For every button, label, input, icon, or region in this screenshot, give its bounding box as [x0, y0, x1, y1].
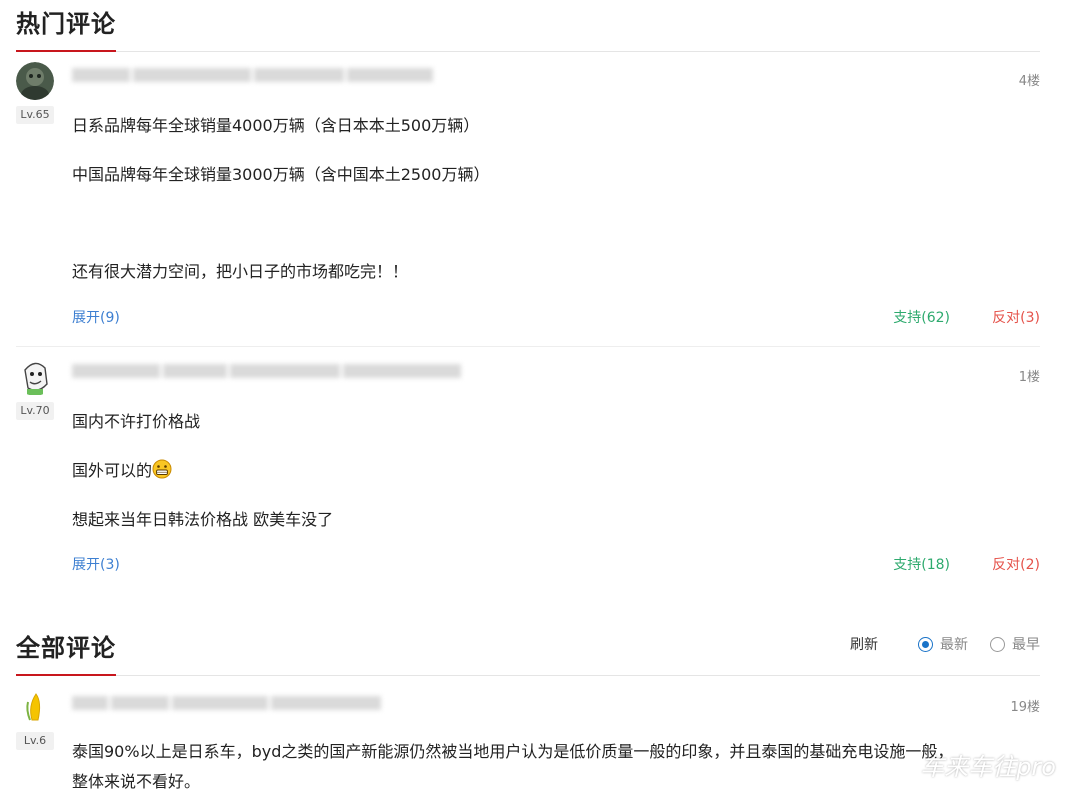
grin-emoji-icon — [152, 459, 172, 479]
avatar[interactable] — [16, 62, 54, 100]
expand-replies-link[interactable]: 展开(3) — [72, 554, 120, 574]
avatar[interactable] — [16, 358, 54, 396]
user-level-badge: Lv.70 — [16, 402, 54, 420]
all-comments-title: 全部评论 — [16, 634, 116, 662]
support-button[interactable]: 支持(62) — [893, 307, 950, 327]
comment-text-line: 国外可以的 — [72, 457, 172, 481]
avatar-cartoon-icon — [16, 358, 54, 396]
refresh-button[interactable]: 刷新 — [850, 634, 878, 654]
section-underline — [16, 674, 116, 676]
sort-newest-option[interactable]: 最新 — [918, 634, 968, 654]
radio-selected-icon[interactable] — [918, 636, 933, 652]
floor-number: 4楼 — [1018, 74, 1040, 89]
avatar-corn-icon — [16, 688, 54, 726]
comment-text-line: 还有很大潜力空间，把小日子的市场都吃完！！ — [72, 262, 409, 281]
all-comment-1: Lv.6 19楼 泰国90%以上是日系车，byd之类的国产新能源仍然被当地用户认… — [16, 688, 1040, 796]
floor-number: 19楼 — [1010, 700, 1040, 715]
hot-comment-1: Lv.65 4楼 日系品牌每年全球销量4000万辆（含日本本土500万辆） 中国… — [16, 62, 1040, 347]
hot-comments-header: 热门评论 — [16, 0, 1040, 52]
oppose-button[interactable]: 反对(2) — [992, 554, 1040, 574]
sort-newest-label: 最新 — [940, 637, 968, 653]
username-blurred[interactable] — [72, 68, 433, 82]
comment-text-line: 整体来说不看好。 — [72, 772, 201, 791]
avatar-image-icon — [16, 62, 54, 100]
support-button[interactable]: 支持(18) — [893, 554, 950, 574]
radio-unselected-icon[interactable] — [990, 636, 1005, 652]
username-blurred[interactable] — [72, 364, 461, 378]
user-level-badge: Lv.6 — [16, 732, 54, 750]
all-comments-header: 全部评论 刷新 最新 最早 — [16, 624, 1040, 676]
floor-number: 1楼 — [1018, 370, 1040, 385]
comment-text-line: 日系品牌每年全球销量4000万辆（含日本本土500万辆） — [72, 116, 480, 135]
sort-oldest-option[interactable]: 最早 — [990, 634, 1040, 654]
hot-comments-title: 热门评论 — [16, 10, 116, 38]
comment-text-line: 国内不许打价格战 — [72, 412, 201, 431]
oppose-button[interactable]: 反对(3) — [992, 307, 1040, 327]
expand-replies-link[interactable]: 展开(9) — [72, 307, 120, 327]
username-blurred[interactable] — [72, 696, 381, 710]
comment-text: 国外可以的 — [72, 461, 153, 480]
section-underline — [16, 50, 116, 52]
watermark: 车来车往pro — [920, 753, 1056, 781]
user-level-badge: Lv.65 — [16, 106, 54, 124]
comment-text-line: 想起来当年日韩法价格战 欧美车没了 — [72, 510, 334, 529]
comment-text-line: 中国品牌每年全球销量3000万辆（含中国本土2500万辆） — [72, 165, 490, 184]
sort-bar: 刷新 最新 最早 — [850, 634, 1040, 654]
avatar[interactable] — [16, 688, 54, 726]
comment-text-line: 泰国90%以上是日系车，byd之类的国产新能源仍然被当地用户认为是低价质量一般的… — [72, 742, 954, 761]
hot-comment-2: Lv.70 1楼 国内不许打价格战 国外可以的 想起来当年日韩法价格战 欧美车没… — [16, 358, 1040, 588]
sort-oldest-label: 最早 — [1012, 637, 1040, 653]
